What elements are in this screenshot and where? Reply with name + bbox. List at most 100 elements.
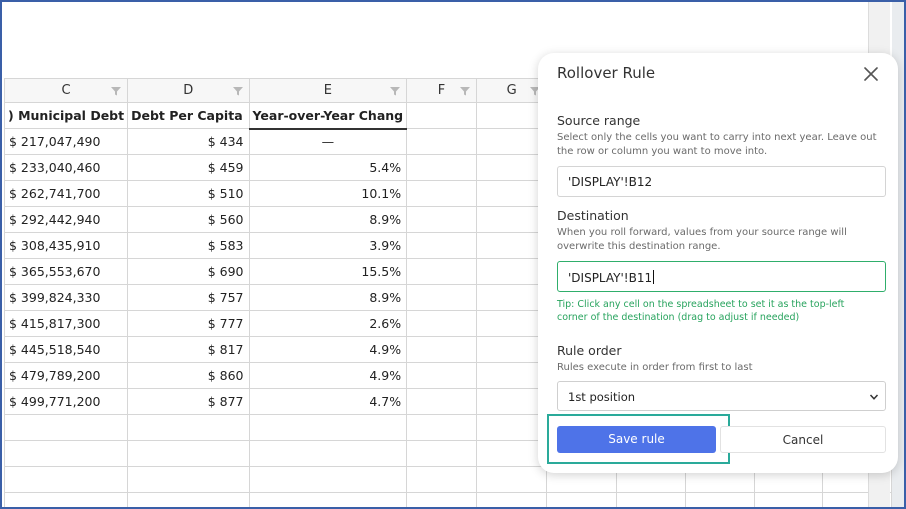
cell[interactable] <box>406 388 477 415</box>
save-rule-button[interactable]: Save rule <box>557 426 716 453</box>
cell[interactable] <box>3 414 129 441</box>
cell[interactable] <box>546 492 618 507</box>
rule-order-select[interactable]: 1st position <box>557 381 886 411</box>
cell[interactable] <box>3 466 129 493</box>
cell[interactable] <box>406 128 477 155</box>
cell[interactable]: $ 860 <box>127 362 250 389</box>
cell[interactable] <box>475 128 548 155</box>
cell[interactable] <box>475 154 548 181</box>
source-range-input[interactable]: 'DISPLAY'!B12 <box>557 166 886 197</box>
cell[interactable] <box>475 102 548 129</box>
cell[interactable] <box>475 466 548 493</box>
cell[interactable] <box>475 414 548 441</box>
cell[interactable] <box>475 180 548 207</box>
cell[interactable] <box>406 102 477 129</box>
cell[interactable] <box>406 232 477 259</box>
cell[interactable]: — <box>248 128 408 155</box>
cell[interactable]: $ 262,741,700 <box>3 180 129 207</box>
cell[interactable]: $ 308,435,910 <box>3 232 129 259</box>
cell[interactable]: $ 479,789,200 <box>3 362 129 389</box>
cell[interactable] <box>3 440 129 467</box>
cell[interactable] <box>248 492 408 507</box>
cell[interactable] <box>127 440 250 467</box>
cell[interactable] <box>406 154 477 181</box>
filter-icon[interactable] <box>459 86 470 96</box>
cell[interactable] <box>3 492 129 507</box>
cell-municipal-debt-header[interactable]: Municipal Debt ( <box>3 102 129 129</box>
cell[interactable] <box>406 362 477 389</box>
cell[interactable] <box>406 440 477 467</box>
cell[interactable]: $ 510 <box>127 180 250 207</box>
cell[interactable]: $ 292,442,940 <box>3 206 129 233</box>
close-icon[interactable] <box>864 66 878 81</box>
cell[interactable]: $ 434 <box>127 128 250 155</box>
cell[interactable]: 8.9% <box>248 206 408 233</box>
cell[interactable] <box>248 440 408 467</box>
cell[interactable] <box>406 206 477 233</box>
cell[interactable] <box>616 492 687 507</box>
cell-debt-per-capita-header[interactable]: Debt Per Capita <box>127 102 250 129</box>
cell[interactable] <box>406 492 477 507</box>
cell[interactable]: 3.9% <box>248 232 408 259</box>
cell[interactable]: $ 217,047,490 <box>3 128 129 155</box>
cell[interactable]: $ 877 <box>127 388 250 415</box>
cell[interactable] <box>475 232 548 259</box>
cell[interactable] <box>475 388 548 415</box>
cell[interactable] <box>753 492 824 507</box>
cell[interactable] <box>475 206 548 233</box>
cell[interactable] <box>127 414 250 441</box>
filter-icon[interactable] <box>111 86 122 96</box>
cell[interactable] <box>406 310 477 337</box>
cell[interactable]: 10.1% <box>248 180 408 207</box>
cell[interactable]: $ 459 <box>127 154 250 181</box>
cell[interactable] <box>248 414 408 441</box>
cancel-button[interactable]: Cancel <box>720 426 886 453</box>
cell[interactable]: 4.9% <box>248 362 408 389</box>
cell[interactable] <box>475 492 548 507</box>
cell[interactable]: $ 777 <box>127 310 250 337</box>
cell[interactable] <box>685 492 755 507</box>
rule-order-selected: 1st position <box>568 390 636 404</box>
column-header-d[interactable]: D <box>127 78 250 103</box>
cell[interactable] <box>127 492 250 507</box>
filter-icon[interactable] <box>390 86 401 96</box>
column-header-c[interactable]: C <box>3 78 129 103</box>
cell[interactable] <box>406 466 477 493</box>
cell[interactable]: $ 499,771,200 <box>3 388 129 415</box>
column-header-g[interactable]: G <box>475 78 548 103</box>
cell[interactable]: 8.9% <box>248 284 408 311</box>
cell[interactable] <box>475 336 548 363</box>
cell[interactable]: $ 399,824,330 <box>3 284 129 311</box>
cell[interactable]: 4.9% <box>248 336 408 363</box>
cell[interactable] <box>475 440 548 467</box>
cell[interactable]: $ 817 <box>127 336 250 363</box>
cell[interactable]: 5.4% <box>248 154 408 181</box>
cell[interactable]: $ 690 <box>127 258 250 285</box>
cell[interactable] <box>406 336 477 363</box>
cell[interactable]: $ 233,040,460 <box>3 154 129 181</box>
cell[interactable] <box>406 414 477 441</box>
filter-icon[interactable] <box>232 86 243 96</box>
cell[interactable]: 2.6% <box>248 310 408 337</box>
cell[interactable] <box>475 258 548 285</box>
cell[interactable] <box>127 466 250 493</box>
cell[interactable]: $ 583 <box>127 232 250 259</box>
cell[interactable]: $ 445,518,540 <box>3 336 129 363</box>
cell[interactable]: $ 415,817,300 <box>3 310 129 337</box>
cell[interactable] <box>475 284 548 311</box>
cell[interactable]: $ 365,553,670 <box>3 258 129 285</box>
destination-input[interactable]: 'DISPLAY'!B11 <box>557 261 886 292</box>
cell[interactable] <box>406 258 477 285</box>
cell[interactable]: $ 560 <box>127 206 250 233</box>
cell[interactable] <box>406 284 477 311</box>
cell[interactable] <box>248 466 408 493</box>
cell[interactable] <box>406 180 477 207</box>
cell[interactable]: 4.7% <box>248 388 408 415</box>
cell[interactable] <box>475 362 548 389</box>
column-header-f[interactable]: F <box>406 78 477 103</box>
cell-yoy-change-header[interactable]: Year-over-Year Chang <box>248 102 408 130</box>
cell[interactable] <box>475 310 548 337</box>
column-header-e[interactable]: E <box>248 78 408 103</box>
cell[interactable]: $ 757 <box>127 284 250 311</box>
cell[interactable]: 15.5% <box>248 258 408 285</box>
